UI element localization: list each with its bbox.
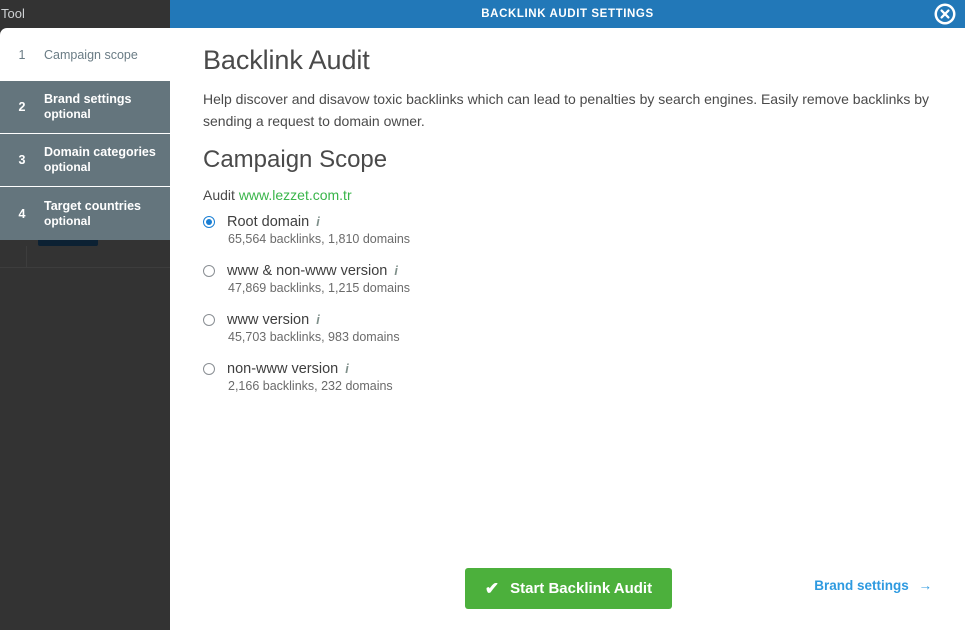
option-stats: 45,703 backlinks, 983 domains bbox=[228, 330, 703, 344]
option-stats: 47,869 backlinks, 1,215 domains bbox=[228, 281, 703, 295]
option-stats: 2,166 backlinks, 232 domains bbox=[228, 379, 703, 393]
main-panel: Backlink Audit Help discover and disavow… bbox=[170, 28, 965, 630]
radio-root-domain[interactable]: Root domain i bbox=[203, 214, 703, 230]
page-description: Help discover and disavow toxic backlink… bbox=[203, 89, 943, 132]
step-number: 4 bbox=[0, 207, 44, 221]
step-subtitle: optional bbox=[44, 160, 156, 175]
step-labels: Domain categories optional bbox=[44, 144, 156, 175]
radio-non-www-version[interactable]: non-www version i bbox=[203, 361, 703, 377]
modal-header: BACKLINK AUDIT SETTINGS bbox=[170, 0, 965, 28]
sidebar-step-target-countries[interactable]: 4 Target countries optional bbox=[0, 187, 170, 240]
brand-settings-link[interactable]: Brand settings → bbox=[814, 578, 932, 593]
background-column-edge bbox=[26, 246, 27, 267]
option-root-domain: Root domain i 65,564 backlinks, 1,810 do… bbox=[203, 214, 703, 246]
option-label: www & non-www version bbox=[227, 263, 387, 279]
step-title: Brand settings bbox=[44, 91, 132, 107]
step-number: 1 bbox=[0, 48, 44, 62]
option-www-and-non-www: www & non-www version i 47,869 backlinks… bbox=[203, 263, 703, 295]
steps-sidebar: 1 Campaign scope 2 Brand settings option… bbox=[0, 28, 170, 240]
close-circle-icon bbox=[934, 3, 956, 25]
background-topbar-text: t Tool bbox=[0, 6, 25, 21]
step-labels: Brand settings optional bbox=[44, 91, 132, 122]
arrow-right-icon: → bbox=[919, 578, 933, 593]
start-backlink-audit-button[interactable]: ✔ Start Backlink Audit bbox=[465, 568, 672, 609]
step-number: 2 bbox=[0, 100, 44, 114]
option-label: www version bbox=[227, 312, 309, 328]
option-www-version: www version i 45,703 backlinks, 983 doma… bbox=[203, 312, 703, 344]
option-label: non-www version bbox=[227, 361, 338, 377]
step-title: Target countries bbox=[44, 198, 141, 214]
modal-title: BACKLINK AUDIT SETTINGS bbox=[170, 0, 965, 28]
radio-button-icon[interactable] bbox=[203, 314, 215, 326]
audit-prefix-label: Audit bbox=[203, 187, 235, 203]
sidebar-step-campaign-scope[interactable]: 1 Campaign scope bbox=[0, 28, 170, 81]
step-subtitle: optional bbox=[44, 214, 141, 229]
info-icon[interactable]: i bbox=[316, 215, 319, 229]
step-subtitle: optional bbox=[44, 107, 132, 122]
brand-settings-label: Brand settings bbox=[814, 578, 909, 593]
close-icon[interactable] bbox=[934, 3, 956, 25]
radio-www-version[interactable]: www version i bbox=[203, 312, 703, 328]
campaign-scope-options: Root domain i 65,564 backlinks, 1,810 do… bbox=[203, 214, 703, 410]
audit-domain-link[interactable]: www.lezzet.com.tr bbox=[239, 187, 352, 203]
option-stats: 65,564 backlinks, 1,810 domains bbox=[228, 232, 703, 246]
section-title: Campaign Scope bbox=[203, 146, 387, 174]
audit-domain-line: Audit www.lezzet.com.tr bbox=[203, 187, 352, 203]
sidebar-step-brand-settings[interactable]: 2 Brand settings optional bbox=[0, 81, 170, 134]
option-label: Root domain bbox=[227, 214, 309, 230]
step-title: Campaign scope bbox=[44, 47, 138, 63]
radio-button-icon[interactable] bbox=[203, 216, 215, 228]
radio-button-icon[interactable] bbox=[203, 363, 215, 375]
background-divider bbox=[0, 267, 170, 268]
step-labels: Campaign scope bbox=[44, 47, 138, 63]
radio-www-and-non-www[interactable]: www & non-www version i bbox=[203, 263, 703, 279]
sidebar-step-domain-categories[interactable]: 3 Domain categories optional bbox=[0, 134, 170, 187]
backlink-audit-settings-modal: t Tool BACKLINK AUDIT SETTINGS 1 Campaig… bbox=[0, 0, 965, 630]
step-number: 3 bbox=[0, 153, 44, 167]
step-title: Domain categories bbox=[44, 144, 156, 160]
start-button-label: Start Backlink Audit bbox=[510, 580, 652, 597]
info-icon[interactable]: i bbox=[316, 313, 319, 327]
check-icon: ✔ bbox=[485, 580, 499, 597]
info-icon[interactable]: i bbox=[345, 362, 348, 376]
option-non-www-version: non-www version i 2,166 backlinks, 232 d… bbox=[203, 361, 703, 393]
radio-button-icon[interactable] bbox=[203, 265, 215, 277]
info-icon[interactable]: i bbox=[394, 264, 397, 278]
step-labels: Target countries optional bbox=[44, 198, 141, 229]
page-title: Backlink Audit bbox=[203, 45, 370, 76]
background-topbar: t Tool bbox=[0, 0, 170, 28]
